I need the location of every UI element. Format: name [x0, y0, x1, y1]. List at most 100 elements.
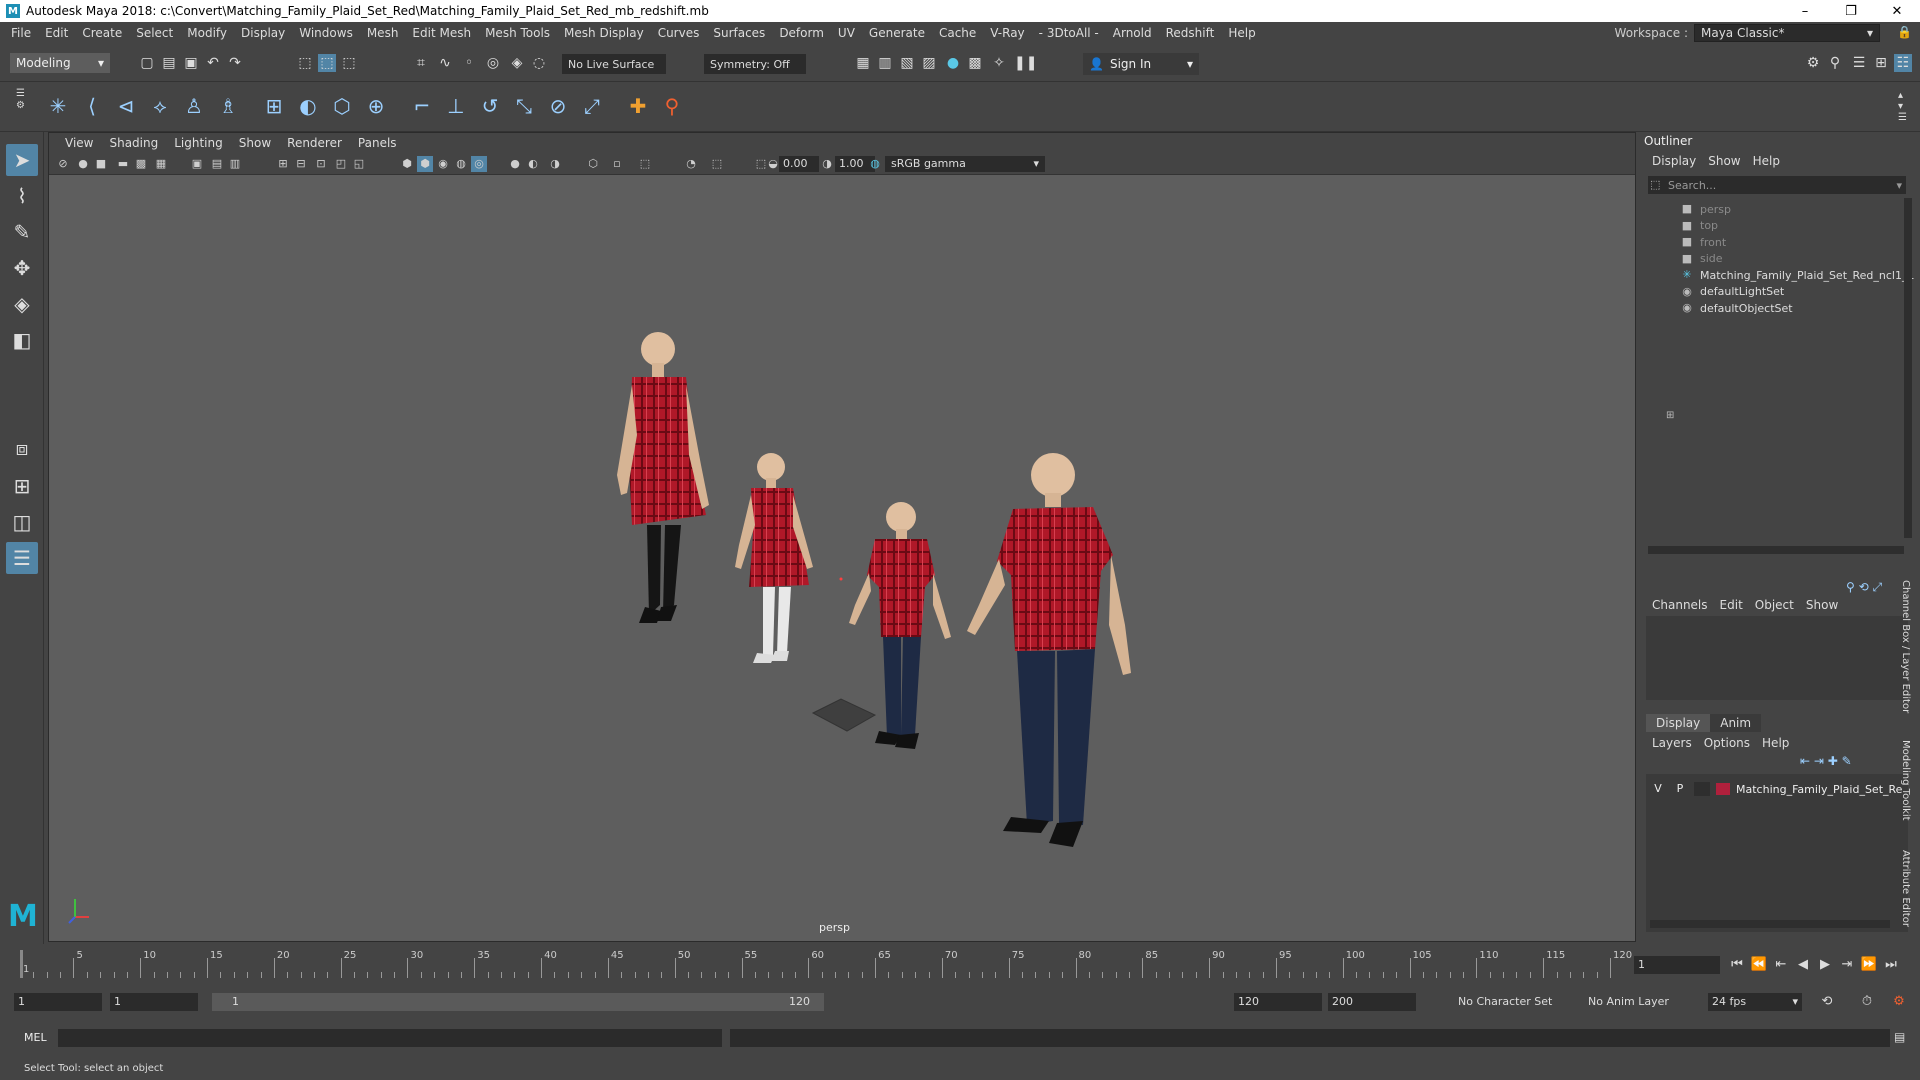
joint-tool-icon[interactable]: ✳	[44, 92, 72, 120]
smooth-shade-icon[interactable]: ◱	[351, 156, 367, 172]
play-backward-icon[interactable]: ◀	[1794, 956, 1812, 974]
snap-surface-icon[interactable]: ◈	[508, 54, 526, 72]
save-scene-icon[interactable]: ▣	[182, 54, 200, 72]
menu-edit[interactable]: Edit	[38, 26, 75, 40]
xray-icon[interactable]: ◎	[471, 156, 487, 172]
outliner-scrollbar[interactable]	[1904, 198, 1912, 538]
viewport-menu-view[interactable]: View	[57, 136, 101, 150]
locator-icon[interactable]: ✚	[624, 92, 652, 120]
channel-box-icon[interactable]: ☷	[1894, 54, 1912, 72]
isolate-select-icon[interactable]: ⬡	[585, 156, 601, 172]
color-space-dropdown[interactable]: sRGB gamma ▾	[885, 156, 1045, 172]
wireframe-icon[interactable]: ⊞	[275, 156, 291, 172]
sculpt-deformer-icon[interactable]: ◐	[294, 92, 322, 120]
safe-title-icon[interactable]: ◰	[333, 156, 349, 172]
anti-alias-icon[interactable]: ◑	[547, 156, 563, 172]
film-gate-icon[interactable]: ▣	[189, 156, 205, 172]
menu-file[interactable]: File	[4, 26, 38, 40]
tab-anim[interactable]: Anim	[1710, 714, 1762, 732]
redo-icon[interactable]: ↷	[226, 54, 244, 72]
menu-create[interactable]: Create	[75, 26, 129, 40]
snap-point-icon[interactable]: ◦	[460, 54, 478, 72]
single-view-icon[interactable]: ⧈	[6, 432, 38, 464]
shaded-icon[interactable]: ⬢	[399, 156, 415, 172]
orient-constraint-icon[interactable]: ↺	[476, 92, 504, 120]
menu-arnold[interactable]: Arnold	[1106, 26, 1159, 40]
play-forward-icon[interactable]: ▶	[1816, 956, 1834, 974]
outliner-menu-show[interactable]: Show	[1702, 154, 1746, 168]
animation-start-field[interactable]: 1	[14, 993, 102, 1011]
gamma-icon[interactable]: ◑	[819, 156, 835, 172]
light-editor-icon[interactable]: ✧	[990, 54, 1008, 72]
scene-canvas[interactable]	[49, 175, 1635, 915]
channel-menu-channels[interactable]: Channels	[1646, 598, 1714, 612]
go-to-start-icon[interactable]: ⏮	[1728, 956, 1746, 974]
humanik-icon[interactable]: ♙	[180, 92, 208, 120]
minimize-button[interactable]: –	[1782, 0, 1828, 22]
man-figure[interactable]	[967, 453, 1131, 847]
viewport-menu-lighting[interactable]: Lighting	[166, 136, 231, 150]
render-setup-icon[interactable]: ▩	[966, 54, 984, 72]
go-to-end-icon[interactable]: ⏭	[1882, 956, 1900, 974]
xray-joints-icon[interactable]: ▫	[609, 156, 625, 172]
viewport-menu-show[interactable]: Show	[231, 136, 279, 150]
open-scene-icon[interactable]: ▤	[160, 54, 178, 72]
outliner-hscrollbar[interactable]	[1648, 546, 1904, 554]
shelf-scroll-icon[interactable]: ▴ ▾ ☰	[1898, 90, 1907, 123]
woman-figure[interactable]	[617, 332, 709, 623]
auto-key-icon[interactable]: ⏱	[1858, 993, 1876, 1011]
menu-mesh-display[interactable]: Mesh Display	[557, 26, 651, 40]
workspace-dropdown[interactable]: Maya Classic* ▾	[1694, 24, 1880, 42]
attribute-editor-icon[interactable]: ☰	[1850, 54, 1868, 72]
command-language-label[interactable]: MEL	[24, 1031, 47, 1044]
lock-icon[interactable]: 🔒	[1897, 25, 1912, 39]
menu-v-ray[interactable]: V-Ray	[983, 26, 1031, 40]
camera-attributes-icon[interactable]: ⊘	[55, 156, 71, 172]
pole-vector-icon[interactable]: ⤢	[578, 92, 606, 120]
girl-figure[interactable]	[735, 453, 813, 663]
safe-action-icon[interactable]: ⊡	[313, 156, 329, 172]
maximize-button[interactable]: ❐	[1828, 0, 1874, 22]
step-back-key-icon[interactable]: ⇤	[1772, 956, 1790, 974]
symmetry-field[interactable]: Symmetry: Off	[704, 54, 806, 74]
menu-3dtoall[interactable]: - 3DtoAll -	[1032, 26, 1106, 40]
ipr-render-icon[interactable]: ▧	[898, 54, 916, 72]
menu-redshift[interactable]: Redshift	[1159, 26, 1222, 40]
quick-rig-icon[interactable]: ♗	[214, 92, 242, 120]
wrap-deformer-icon[interactable]: ⬡	[328, 92, 356, 120]
select-object-icon[interactable]: ⬚	[318, 54, 336, 72]
menu-windows[interactable]: Windows	[292, 26, 360, 40]
tool-settings-icon[interactable]: ⊞	[1872, 54, 1890, 72]
exposure-field[interactable]: 0.00	[779, 156, 819, 172]
outliner-item[interactable]: ◉ defaultLightSet	[1680, 283, 1784, 301]
menu-display[interactable]: Display	[234, 26, 292, 40]
select-hierarchy-icon[interactable]: ⬚	[296, 54, 314, 72]
exposure-icon[interactable]: ◔	[683, 156, 699, 172]
outliner-layout-icon[interactable]: ☰	[6, 542, 38, 574]
step-forward-key-icon[interactable]: ⇥	[1838, 956, 1856, 974]
mode-dropdown[interactable]: Modeling ▾	[10, 53, 110, 73]
menu-mesh-tools[interactable]: Mesh Tools	[478, 26, 557, 40]
live-surface-field[interactable]: No Live Surface	[562, 54, 666, 74]
menu-edit-mesh[interactable]: Edit Mesh	[405, 26, 478, 40]
close-button[interactable]: ✕	[1874, 0, 1920, 22]
fps-dropdown[interactable]: 24 fps ▾	[1708, 993, 1802, 1011]
layer-tools-icon[interactable]: ⇤ ⇥ ✚ ✎	[1800, 754, 1852, 768]
channel-box-area[interactable]	[1646, 616, 1908, 700]
menu-cache[interactable]: Cache	[932, 26, 983, 40]
menu-curves[interactable]: Curves	[651, 26, 707, 40]
lights-icon[interactable]: ◉	[435, 156, 451, 172]
layer-color-swatch[interactable]	[1716, 783, 1730, 795]
layer-hscrollbar[interactable]	[1650, 920, 1890, 928]
outliner-menu-help[interactable]: Help	[1747, 154, 1786, 168]
sign-in-button[interactable]: 👤 Sign In ▾	[1083, 53, 1199, 75]
image-plane-icon[interactable]: ■	[93, 156, 109, 172]
parent-constraint-icon[interactable]: ⌐	[408, 92, 436, 120]
channel-menu-show[interactable]: Show	[1800, 598, 1844, 612]
pause-viewport-icon[interactable]: ❚❚	[1014, 54, 1037, 72]
time-ruler[interactable]: 1 5 10 15 20 25 30 35 40 45 50 55 60 65 70 75 80 85 90 95 10…	[20, 950, 1632, 978]
viewport-frame-icon[interactable]: ⬚	[709, 156, 725, 172]
motion-blur-icon[interactable]: ◐	[525, 156, 541, 172]
current-frame-field[interactable]: 1	[1634, 956, 1720, 974]
viewport-menu-panels[interactable]: Panels	[350, 136, 405, 150]
